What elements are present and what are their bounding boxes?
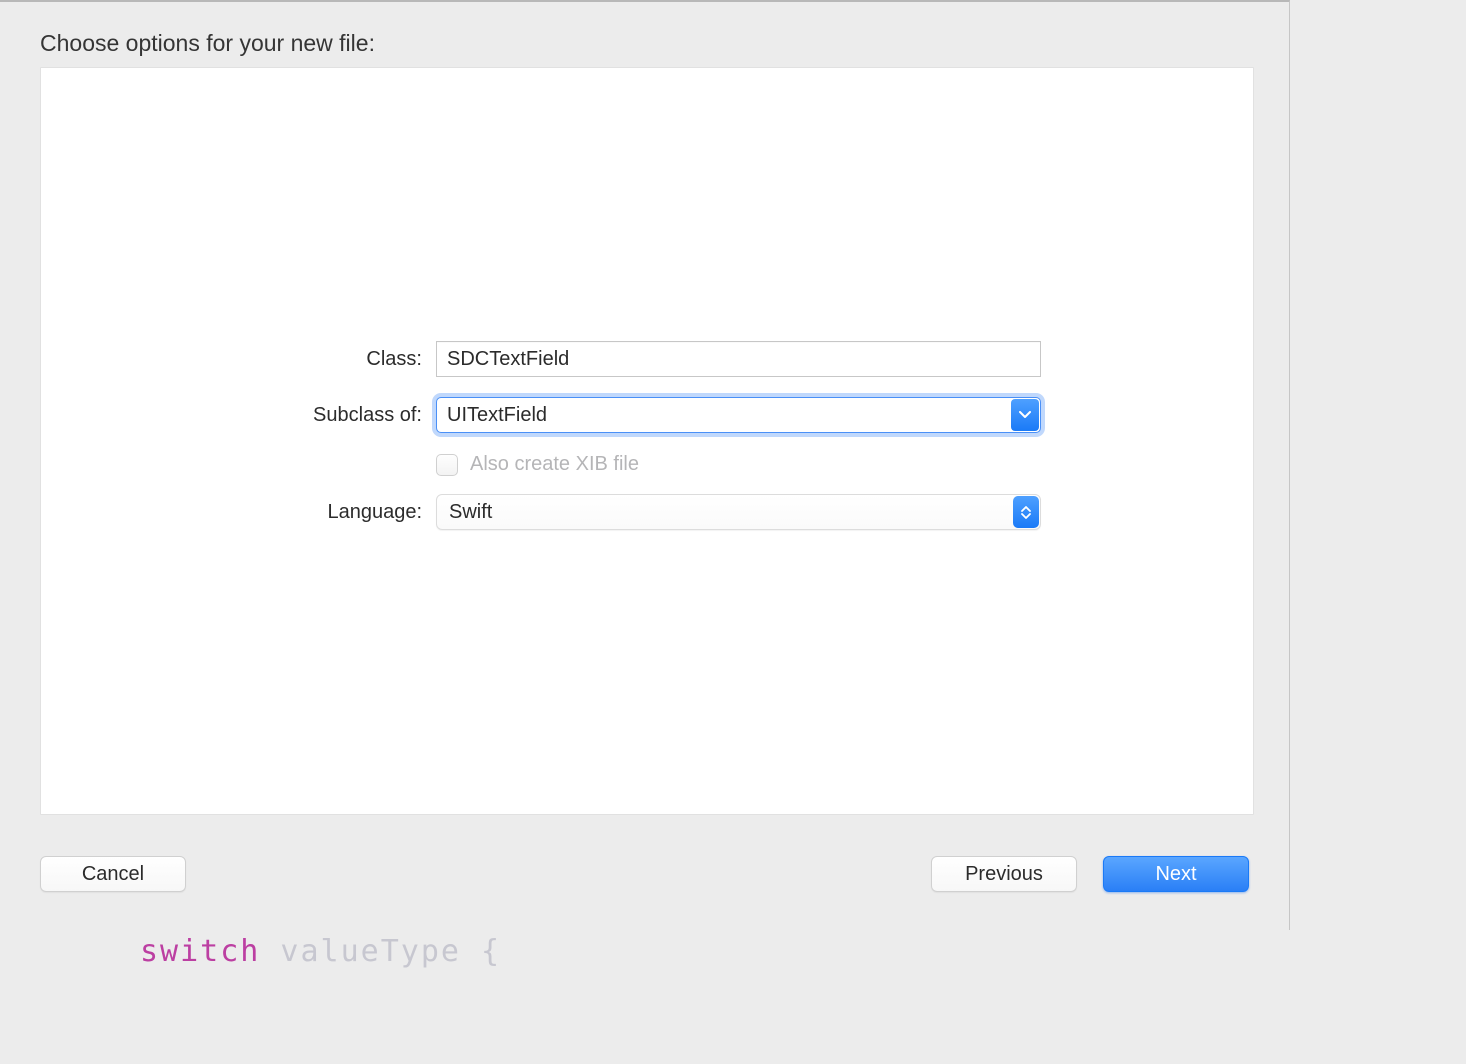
xib-label: Also create XIB file	[470, 453, 639, 476]
subclass-combo[interactable]	[436, 397, 1041, 433]
next-button[interactable]: Next	[1103, 856, 1249, 892]
dialog-footer: Cancel Previous Next	[40, 856, 1249, 892]
form-panel: Class: Subclass of: Also create XIB file…	[40, 67, 1254, 815]
background-code-rest: valueType {	[260, 934, 501, 969]
background-code-line: switch valueType {	[140, 934, 501, 969]
chevrons-updown-icon[interactable]	[1013, 496, 1039, 528]
chevron-down-icon[interactable]	[1011, 399, 1039, 431]
cancel-button[interactable]: Cancel	[40, 856, 186, 892]
language-select-value[interactable]: Swift	[436, 494, 1041, 530]
class-input[interactable]	[436, 341, 1041, 377]
form: Class: Subclass of: Also create XIB file…	[261, 341, 1041, 550]
dialog-heading: Choose options for your new file:	[40, 30, 375, 57]
language-label: Language:	[261, 501, 436, 524]
subclass-row: Subclass of:	[261, 397, 1041, 433]
new-file-options-dialog: Choose options for your new file: Class:…	[0, 0, 1290, 930]
language-row: Language: Swift	[261, 494, 1041, 530]
xib-checkbox[interactable]	[436, 454, 458, 476]
nav-button-group: Previous Next	[931, 856, 1249, 892]
subclass-input[interactable]	[436, 397, 1041, 433]
language-select[interactable]: Swift	[436, 494, 1041, 530]
class-label: Class:	[261, 348, 436, 371]
class-row: Class:	[261, 341, 1041, 377]
xib-row: Also create XIB file	[436, 453, 1041, 476]
background-code-keyword: switch	[140, 934, 260, 969]
subclass-label: Subclass of:	[261, 404, 436, 427]
previous-button[interactable]: Previous	[931, 856, 1077, 892]
